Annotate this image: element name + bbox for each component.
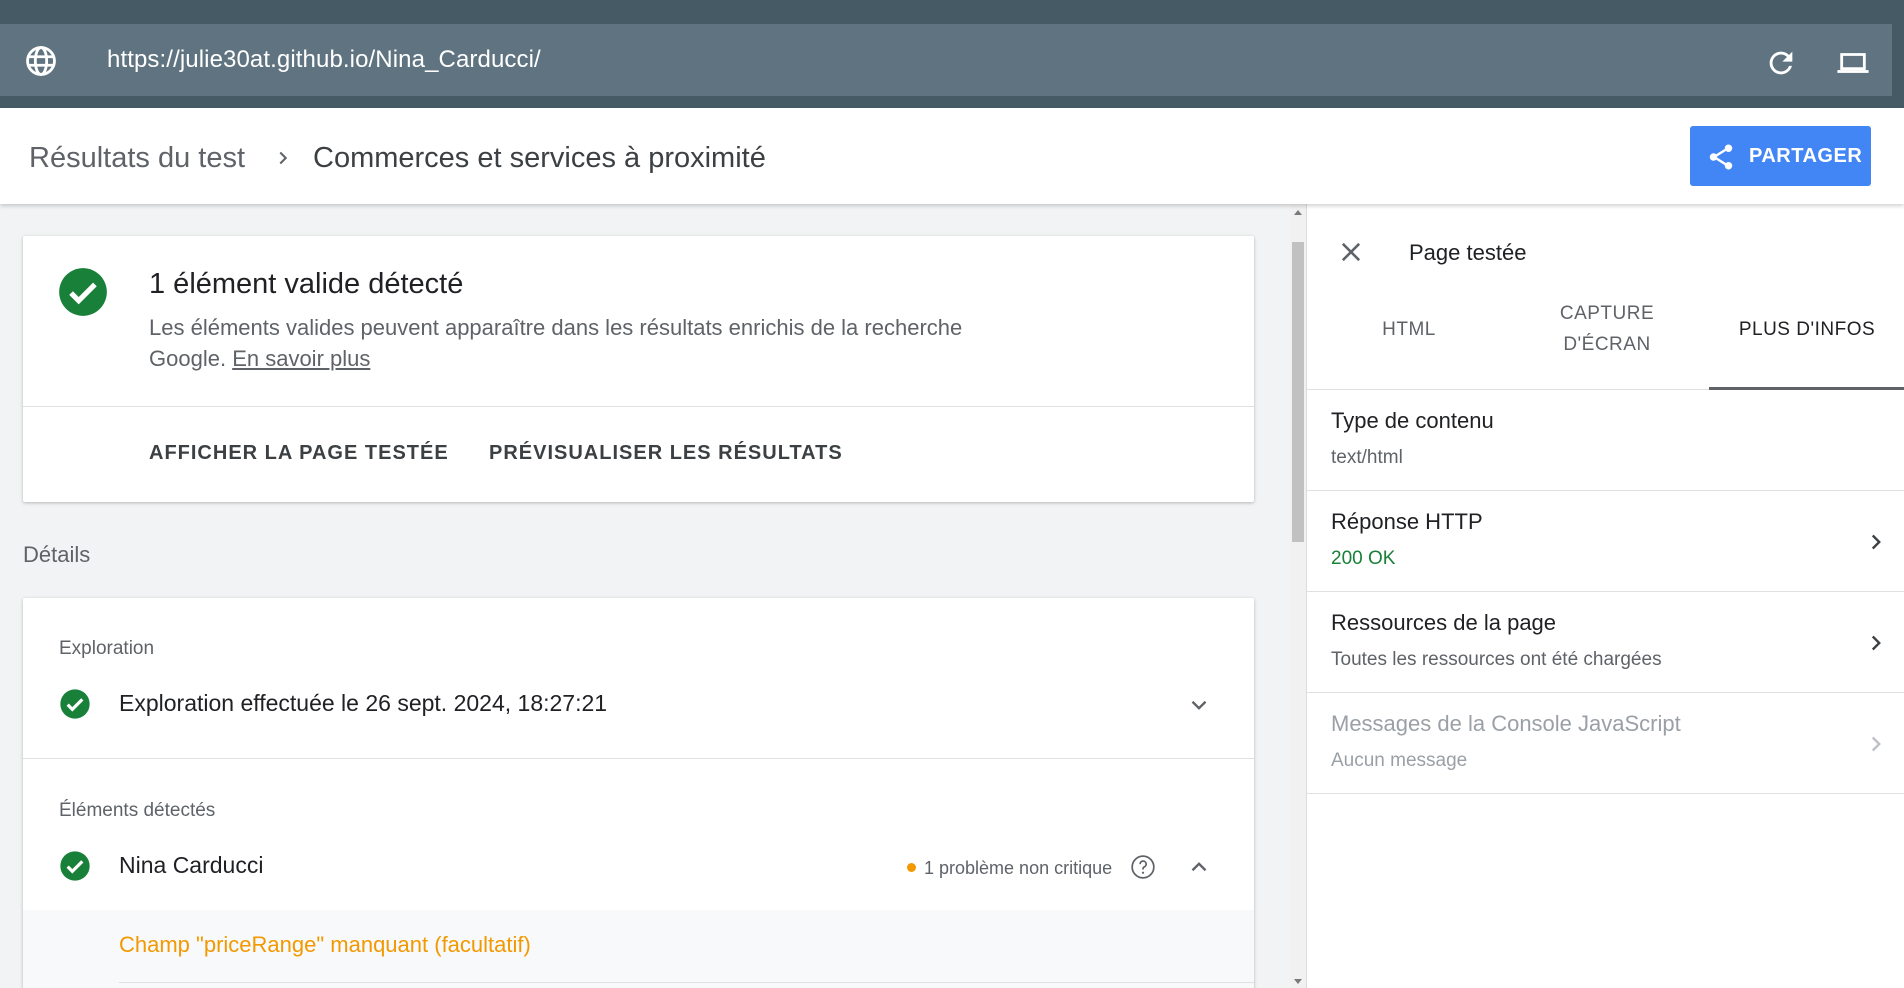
help-icon[interactable] <box>1130 854 1156 880</box>
tab-more-info[interactable]: PLUS D'INFOS <box>1709 270 1904 388</box>
tab-html[interactable]: HTML <box>1309 270 1509 388</box>
tested-page-panel: Page testée HTML CAPTURE D'ÉCRAN PLUS D'… <box>1306 204 1904 988</box>
info-row-page-resources[interactable]: Ressources de la page Toutes les ressour… <box>1307 592 1904 693</box>
warning-dot-icon <box>907 862 916 872</box>
page-header: Résultats du test Commerces et services … <box>0 108 1904 204</box>
url-bar: https://julie30at.github.io/Nina_Carducc… <box>0 24 1892 96</box>
share-icon <box>1709 144 1733 170</box>
row-divider <box>119 982 1254 983</box>
info-row-value: Aucun message <box>1331 750 1468 771</box>
details-card: Exploration Exploration effectuée le 26 … <box>23 598 1254 988</box>
issue-badge: 1 problème non critique <box>907 858 1112 879</box>
summary-card: 1 élément valide détecté Les éléments va… <box>23 236 1254 502</box>
crawl-section-label: Exploration <box>59 638 155 659</box>
details-heading: Détails <box>23 542 91 567</box>
breadcrumb-root[interactable]: Résultats du test <box>29 142 245 175</box>
info-row-value: text/html <box>1331 447 1403 468</box>
issue-text: 1 problème non critique <box>924 858 1113 878</box>
info-row-label: Réponse HTTP <box>1331 509 1483 534</box>
info-row-http-response[interactable]: Réponse HTTP 200 OK <box>1307 491 1904 592</box>
panel-title: Page testée <box>1409 240 1527 265</box>
detected-item-name[interactable]: Nina Carducci <box>119 852 263 879</box>
info-row-label: Ressources de la page <box>1331 610 1557 635</box>
chevron-right-icon <box>1871 736 1881 752</box>
tab-screenshot[interactable]: CAPTURE D'ÉCRAN <box>1509 270 1705 388</box>
chevron-right-icon <box>1871 635 1881 651</box>
vertical-scrollbar[interactable] <box>1290 204 1306 988</box>
info-row-value: Toutes les ressources ont été chargées <box>1331 649 1662 670</box>
info-row-content-type: Type de contenu text/html <box>1307 390 1904 491</box>
check-circle-icon <box>60 851 90 881</box>
chevron-up-icon[interactable] <box>1186 854 1212 880</box>
chevron-right-icon <box>279 151 288 165</box>
warning-row[interactable]: Champ "priceRange" manquant (facultatif) <box>23 910 1254 988</box>
scrollbar-thumb[interactable] <box>1292 242 1304 542</box>
chevron-right-icon <box>1871 534 1881 550</box>
check-circle-icon <box>60 689 90 719</box>
view-tested-page-button[interactable]: AFFICHER LA PAGE TESTÉE <box>149 442 449 465</box>
crawl-status-text: Exploration effectuée le 26 sept. 2024, … <box>119 690 608 716</box>
chevron-down-icon[interactable] <box>1186 692 1212 718</box>
breadcrumb-current: Commerces et services à proximité <box>313 142 766 174</box>
share-button[interactable]: PARTAGER <box>1690 126 1871 186</box>
info-row-value: 200 OK <box>1331 548 1396 569</box>
close-icon[interactable] <box>1337 238 1365 266</box>
warning-text: Champ "priceRange" manquant (facultatif) <box>119 932 531 957</box>
globe-icon <box>26 46 56 76</box>
results-pane: 1 élément valide détecté Les éléments va… <box>0 204 1290 988</box>
reload-icon[interactable] <box>1764 46 1798 80</box>
info-row-label: Type de contenu <box>1331 408 1494 433</box>
learn-more-link[interactable]: En savoir plus <box>232 346 370 371</box>
desktop-device-icon[interactable] <box>1834 46 1872 80</box>
summary-description: Les éléments valides peuvent apparaître … <box>149 312 1019 374</box>
share-label: PARTAGER <box>1749 145 1863 167</box>
summary-title: 1 élément valide détecté <box>149 268 464 300</box>
scroll-down-arrow-icon[interactable] <box>1294 979 1302 984</box>
card-divider <box>23 406 1254 407</box>
check-circle-icon <box>59 268 107 316</box>
url-text[interactable]: https://julie30at.github.io/Nina_Carducc… <box>107 46 541 74</box>
preview-results-button[interactable]: PRÉVISUALISER LES RÉSULTATS <box>489 442 843 465</box>
info-row-label: Messages de la Console JavaScript <box>1331 711 1681 736</box>
urlbar-edge <box>1892 24 1904 96</box>
section-divider <box>23 758 1254 759</box>
browser-chrome: https://julie30at.github.io/Nina_Carducc… <box>0 0 1904 108</box>
info-row-js-console: Messages de la Console JavaScript Aucun … <box>1307 693 1904 794</box>
scroll-up-arrow-icon[interactable] <box>1294 210 1302 215</box>
detected-section-label: Éléments détectés <box>59 800 216 821</box>
